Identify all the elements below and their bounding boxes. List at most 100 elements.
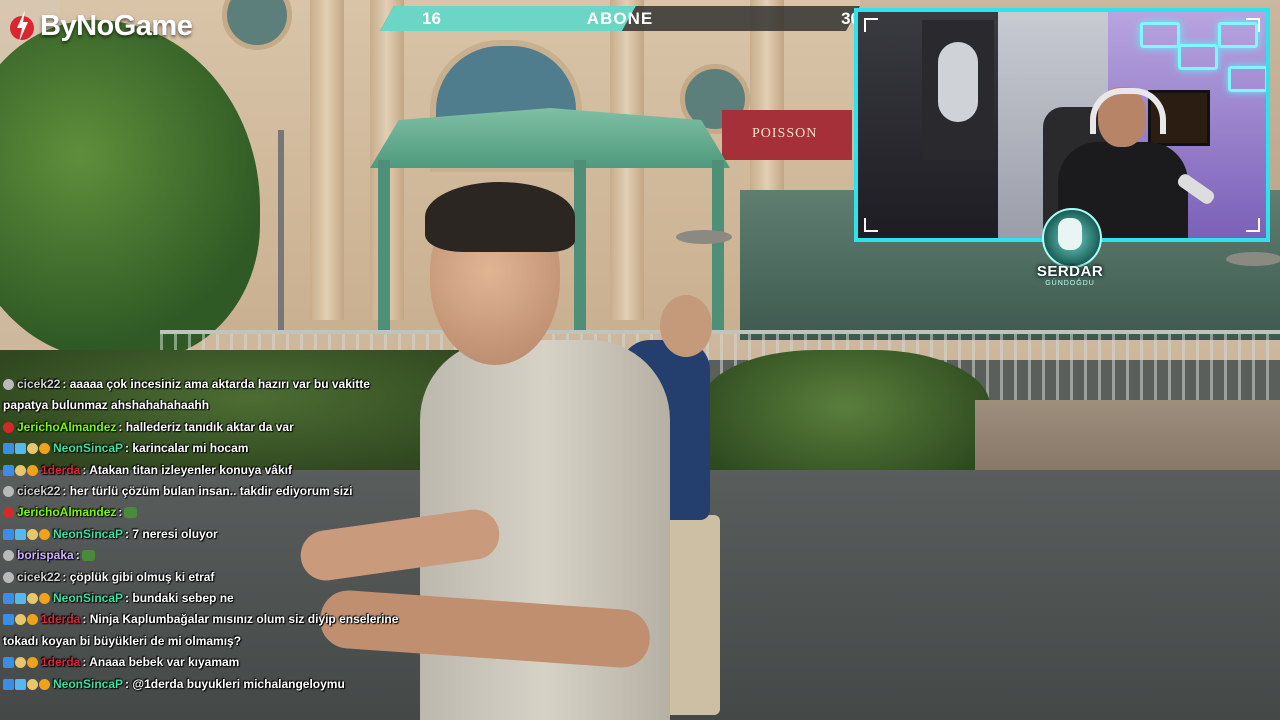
chat-badges xyxy=(3,571,14,583)
gazebo-post xyxy=(712,160,724,330)
blue-square-icon xyxy=(3,464,14,476)
frog-emote-icon xyxy=(124,507,138,519)
blue-square-icon xyxy=(3,528,14,540)
sparkle-icon xyxy=(27,678,38,690)
streamer-surname: GÜNDOĞDU xyxy=(1045,280,1095,287)
chat-username[interactable]: NeonSincaP xyxy=(53,677,123,691)
frame-corner xyxy=(1246,18,1260,32)
chat-badges xyxy=(3,678,50,690)
gold-coin-icon xyxy=(39,443,50,455)
streamer-badge: SERDAR GÜNDOĞDU xyxy=(1030,208,1110,292)
gem-icon xyxy=(15,678,26,690)
frame-corner xyxy=(864,18,878,32)
blue-square-icon xyxy=(3,443,14,455)
chat-username[interactable]: NeonSincaP xyxy=(53,527,123,541)
streamer-name: SERDAR xyxy=(1036,263,1104,280)
grey-dot-icon xyxy=(3,550,14,562)
chat-text: : hallederiz tanıdık aktar da var xyxy=(118,419,294,434)
chat-text: : Anaaa bebek var kıyamam xyxy=(82,655,240,670)
grey-dot-icon xyxy=(3,486,14,498)
chat-badges xyxy=(3,486,14,498)
chat-message: NeonSincaP: 7 neresi oluyor xyxy=(3,524,413,545)
chat-text: : bundaki sebep ne xyxy=(125,591,234,606)
gem-icon xyxy=(15,528,26,540)
chat-text: : 7 neresi oluyor xyxy=(125,526,218,541)
grey-dot-icon xyxy=(3,571,14,583)
astronaut-icon xyxy=(1058,218,1082,250)
chat-text: : Atakan titan izleyenler konuya vâkıf xyxy=(82,462,292,477)
goal-label: ABONE xyxy=(586,9,654,28)
subscriber-goal-bar: 16 ABONE 30 xyxy=(380,6,860,31)
sparkle-icon xyxy=(27,528,38,540)
chat-badges xyxy=(3,379,14,390)
chat-username[interactable]: 1derda xyxy=(41,612,80,626)
sparkle-icon xyxy=(15,464,26,476)
frame-corner xyxy=(1246,218,1260,232)
chat-message: NeonSincaP: @1derda buyukleri michalange… xyxy=(3,674,413,695)
chat-username[interactable]: JerichoAlmandez xyxy=(17,420,116,434)
blue-square-icon xyxy=(3,614,14,626)
gazebo-post xyxy=(574,160,586,330)
gold-coin-icon xyxy=(39,678,50,690)
chat-badges xyxy=(3,550,14,562)
chat-username[interactable]: JerichoAlmandez xyxy=(17,505,116,519)
chat-text: : karincalar mi hocam xyxy=(125,441,249,456)
chat-username[interactable]: NeonSincaP xyxy=(53,441,123,455)
chat-username[interactable]: cicek22 xyxy=(17,570,60,584)
gem-icon xyxy=(15,593,26,605)
chat-badges xyxy=(3,657,38,669)
red-dot-icon xyxy=(3,507,14,519)
chat-message: cicek22: her türlü çözüm bulan insan.. t… xyxy=(3,481,413,502)
chat-message: JerichoAlmandez: xyxy=(3,502,413,523)
street-lamp xyxy=(278,130,284,330)
grey-dot-icon xyxy=(3,379,14,390)
heater-top xyxy=(1226,252,1280,266)
chat-text: : xyxy=(118,505,123,520)
chat-text: : xyxy=(75,548,80,563)
frame-corner xyxy=(864,218,878,232)
restaurant-sign: POISSON xyxy=(722,110,852,160)
gazebo-post xyxy=(378,160,390,330)
gold-coin-icon xyxy=(27,614,38,626)
webcam-overlay xyxy=(854,8,1270,242)
chat-username[interactable]: 1derda xyxy=(41,655,80,669)
sparkle-icon xyxy=(15,657,26,669)
chat-message: 1derda: Anaaa bebek var kıyamam xyxy=(3,652,413,673)
gem-icon xyxy=(15,443,26,455)
chat-username[interactable]: NeonSincaP xyxy=(53,591,123,605)
chat-message: NeonSincaP: karincalar mi hocam xyxy=(3,438,413,459)
blue-square-icon xyxy=(3,657,14,669)
gold-coin-icon xyxy=(27,657,38,669)
chat-message: cicek22: aaaaa çok incesiniz ama aktarda… xyxy=(3,374,413,417)
heater-top xyxy=(676,230,732,244)
hexagon-light xyxy=(1228,66,1266,92)
hexagon-light xyxy=(1140,22,1180,48)
chat-username[interactable]: 1derda xyxy=(41,463,80,477)
gold-coin-icon xyxy=(39,528,50,540)
bynogame-logo-icon xyxy=(10,10,34,42)
hedge xyxy=(700,350,990,490)
chat-message: 1derda: Ninja Kaplumbağalar mısınız olum… xyxy=(3,609,413,652)
chat-message: JerichoAlmandez: hallederiz tanıdık akta… xyxy=(3,417,413,438)
chat-username[interactable]: borispaka xyxy=(17,548,74,562)
frog-emote-icon xyxy=(81,550,95,562)
chat-badges xyxy=(3,507,14,519)
chat-badges xyxy=(3,614,38,626)
chat-badges xyxy=(3,528,50,540)
gold-coin-icon xyxy=(27,464,38,476)
gold-coin-icon xyxy=(39,593,50,605)
pedestrian-head xyxy=(660,295,712,357)
sparkle-icon xyxy=(27,443,38,455)
chat-message: cicek22: çöplük gibi olmuş ki etraf xyxy=(3,567,413,588)
chat-badges xyxy=(3,443,50,455)
chat-message: borispaka: xyxy=(3,545,413,566)
astronaut-figure xyxy=(938,42,978,122)
chat-badges xyxy=(3,421,14,433)
chat-username[interactable]: cicek22 xyxy=(17,377,60,391)
red-dot-icon xyxy=(3,421,14,433)
blue-square-icon xyxy=(3,678,14,690)
chat-text: : her türlü çözüm bulan insan.. takdir e… xyxy=(62,484,353,499)
chat-username[interactable]: cicek22 xyxy=(17,484,60,498)
chat-message: 1derda: Atakan titan izleyenler konuya v… xyxy=(3,460,413,481)
hexagon-light xyxy=(1178,44,1218,70)
